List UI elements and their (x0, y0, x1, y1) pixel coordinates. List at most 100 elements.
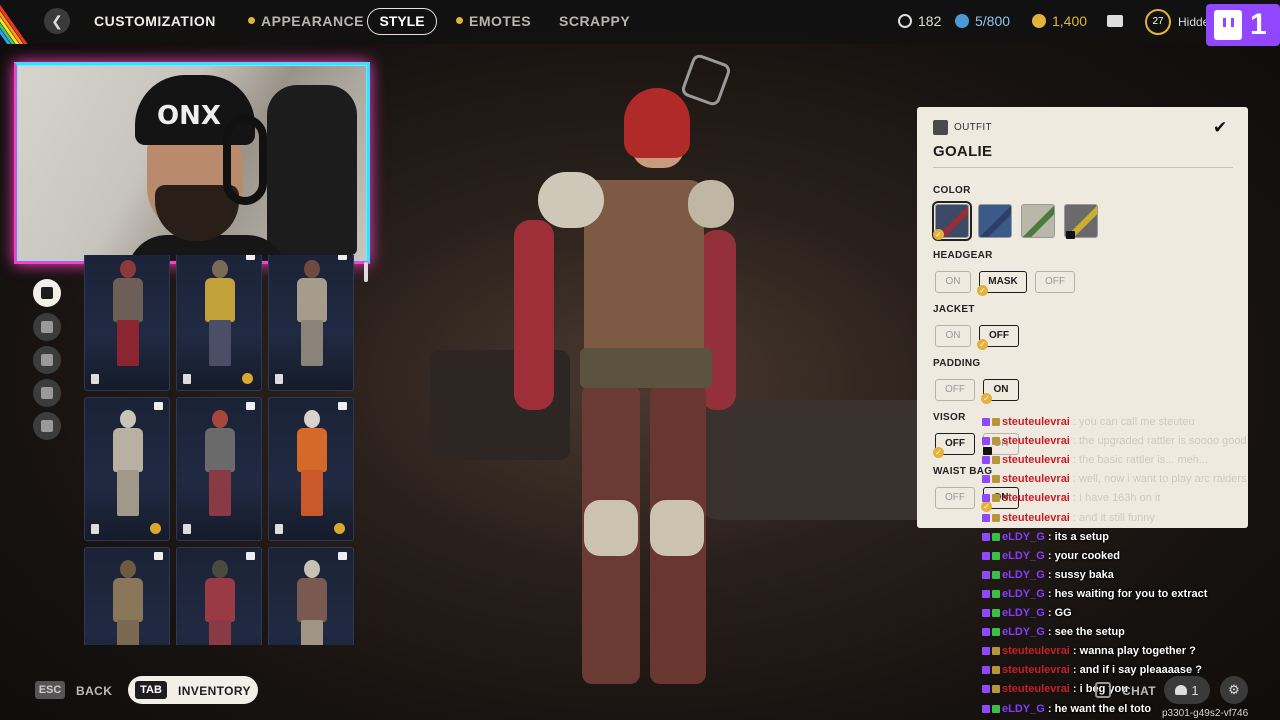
chat-text-value: you can call me steuteu (1079, 416, 1195, 428)
twitch-badge-icon (982, 456, 990, 465)
tab-style[interactable]: STYLE (367, 8, 437, 35)
twitch-badge-icon (982, 570, 990, 579)
shoulder-pad (538, 172, 604, 228)
category-outfit-button[interactable] (33, 279, 61, 307)
outfit-type-icon (91, 524, 99, 534)
tab-scrappy[interactable]: SCRAPPY (559, 13, 630, 29)
color-swatch[interactable] (978, 204, 1012, 238)
outfit-preview (111, 260, 145, 368)
category-inventory-button[interactable] (33, 346, 61, 374)
emote-icon (41, 387, 53, 399)
party-button[interactable]: 1 (1164, 676, 1210, 704)
chat-username: eLDY_G (1002, 702, 1045, 715)
user-badge-icon (992, 513, 1000, 522)
category-pickaxe-button[interactable] (33, 412, 61, 440)
chat-text-value: I have 163h on it (1079, 492, 1161, 505)
outfit-card[interactable] (268, 547, 354, 645)
headgear-on-option[interactable]: ON (935, 271, 971, 293)
selected-check-icon: ✓ (933, 447, 944, 458)
top-bar: ❮ CUSTOMIZATION APPEARANCE STYLE EMOTES … (0, 0, 1280, 46)
headgear-off-option[interactable]: OFF (1035, 271, 1075, 293)
chat-message: steuteulevrai : you can call me steuteu (982, 415, 1195, 429)
back-button[interactable]: BACK (76, 684, 112, 698)
chat-text-value: see the setup (1054, 626, 1125, 639)
outfit-card[interactable] (176, 397, 262, 541)
twitch-viewer-badge: 1 (1206, 4, 1280, 46)
party-count: 1 (1191, 682, 1199, 698)
visor-label: VISOR (933, 412, 966, 423)
knee-pad (584, 500, 638, 556)
gaming-chair (267, 85, 357, 255)
chat-button[interactable]: CHAT (1122, 684, 1156, 698)
selected-check-icon: ✓ (981, 393, 992, 404)
lock-icon (246, 552, 255, 560)
chat-username: steuteulevrai (1002, 435, 1070, 448)
grid-scrollbar[interactable] (364, 262, 368, 282)
confirm-check-icon[interactable]: ✔ (1213, 118, 1227, 138)
padding-off-option[interactable]: OFF (935, 379, 975, 401)
twitch-badge-icon (982, 532, 990, 541)
chat-message: steuteulevrai : and it still funny (982, 511, 1155, 525)
backpack-icon (41, 321, 53, 333)
outfit-card[interactable] (268, 255, 354, 391)
color-swatch[interactable] (1021, 204, 1055, 238)
rainbow-logo (0, 0, 40, 44)
chat-text: : sussy baka (1044, 568, 1114, 581)
category-backpack-button[interactable] (33, 313, 61, 341)
twitch-logo-icon (1214, 10, 1242, 40)
twitch-badge-icon (982, 437, 990, 446)
jacket-on-option[interactable]: ON (935, 325, 971, 347)
user-badge-icon (992, 628, 1000, 637)
goalie-mask-cage (679, 52, 733, 108)
raider-tokens-value: 182 (918, 13, 942, 29)
outfit-preview (295, 560, 329, 645)
twitch-badge-icon (982, 589, 990, 598)
chat-text: : hes waiting for you to extract (1044, 587, 1208, 600)
stash-capacity-counter: 5/800 (955, 13, 1010, 29)
outfit-card[interactable] (268, 397, 354, 541)
outfit-card[interactable] (84, 397, 170, 541)
tab-emotes[interactable]: EMOTES (456, 13, 531, 29)
coin-icon (242, 373, 253, 384)
inventory-button[interactable]: TAB INVENTORY (128, 676, 258, 704)
outfit-card[interactable] (176, 547, 262, 645)
outfit-preview (203, 260, 237, 368)
character-model[interactable] (500, 52, 760, 720)
lock-icon (1066, 231, 1075, 239)
outfit-type-icon (275, 524, 283, 534)
settings-button[interactable]: ⚙ (1220, 676, 1248, 704)
chat-text-value: wanna play together ? (1079, 645, 1196, 658)
outfit-type-icon (275, 374, 283, 384)
stash-capacity-value: 5/800 (975, 13, 1011, 29)
user-badge-icon (992, 418, 1000, 426)
outfit-card[interactable] (84, 547, 170, 645)
chat-text-value: and it still funny (1079, 511, 1155, 524)
tab-appearance[interactable]: APPEARANCE (248, 13, 364, 29)
mail-icon[interactable] (1107, 15, 1123, 27)
chat-username: steuteulevrai (1002, 683, 1070, 696)
character-arm (514, 220, 554, 410)
outfit-preview (295, 260, 329, 368)
outfit-card[interactable] (176, 255, 262, 391)
selected-check-icon: ✓ (977, 339, 988, 350)
notification-dot-icon (456, 17, 463, 24)
panel-section-label: OUTFIT (954, 122, 992, 133)
user-badge-icon (992, 609, 1000, 617)
user-badge-icon (992, 704, 1000, 713)
pickaxe-icon (41, 420, 53, 432)
back-arrow-button[interactable]: ❮ (44, 8, 70, 34)
character-helmet (624, 88, 690, 158)
category-emote-button[interactable] (33, 379, 61, 407)
waist-bag-off-option[interactable]: OFF (935, 487, 975, 509)
selected-check-icon: ✓ (977, 285, 988, 296)
outfit-card[interactable] (84, 255, 170, 391)
chat-message: steuteulevrai : the upgraded rattler is … (982, 434, 1247, 448)
chat-text: : its a setup (1044, 530, 1109, 543)
twitch-badge-icon (982, 685, 990, 694)
twitch-badge-icon (982, 513, 990, 522)
coins-counter: 1,400 (1032, 13, 1087, 29)
twitch-badge-icon (982, 704, 990, 713)
stash-icon (955, 14, 969, 28)
padding-label: PADDING (933, 358, 981, 369)
viewer-count: 1 (1250, 8, 1267, 41)
